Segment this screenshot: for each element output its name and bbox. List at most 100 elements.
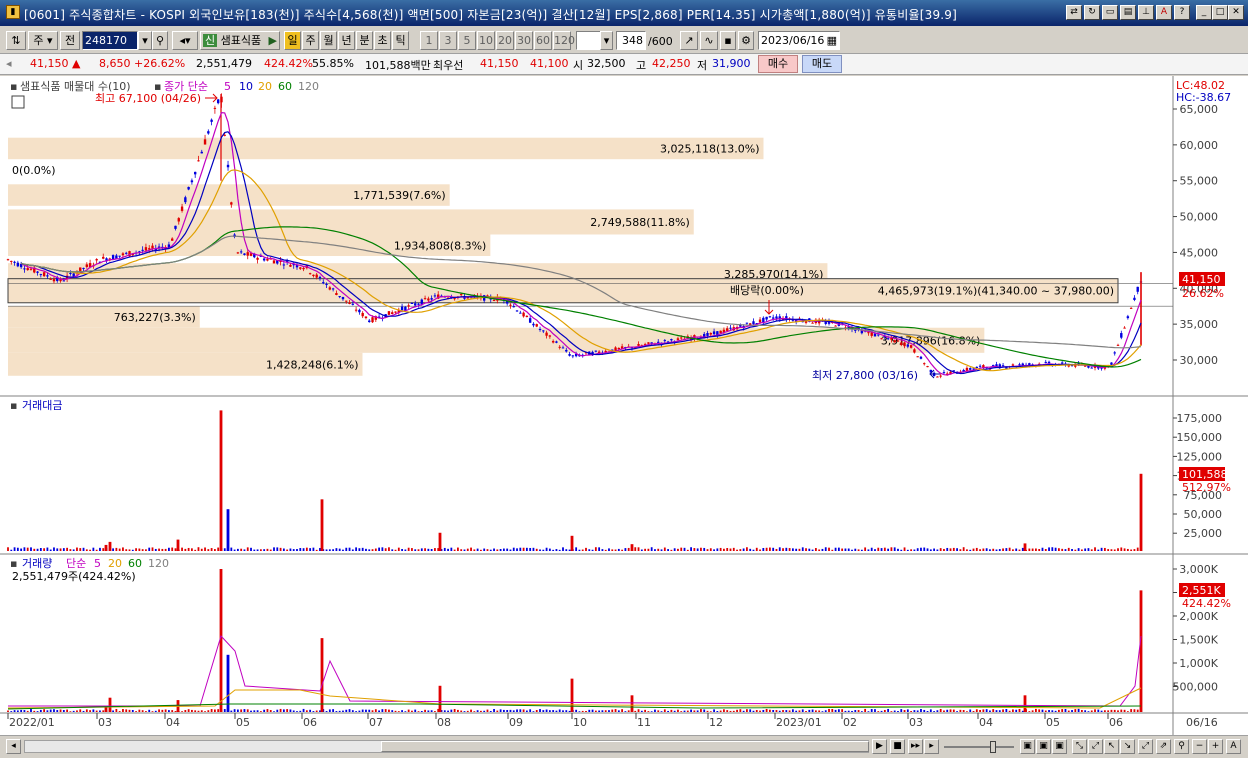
maximize-button[interactable]: □ <box>1212 5 1228 20</box>
scroll-track[interactable] <box>24 740 869 753</box>
amount-bar <box>966 549 968 551</box>
volume-pane-legend-name[interactable]: 거래량 <box>22 557 52 570</box>
font-size-icon[interactable]: A <box>1226 739 1241 754</box>
grid-toggle-icon[interactable] <box>11 95 25 109</box>
period-tab-3[interactable]: 년 <box>338 31 355 50</box>
vma20-legend[interactable]: 20 <box>108 557 122 570</box>
close-button[interactable]: ✕ <box>1228 5 1244 20</box>
interval-button-20[interactable]: 20 <box>496 31 514 50</box>
interval-button-10[interactable]: 10 <box>477 31 495 50</box>
amount-bar <box>673 548 676 551</box>
volume-bar <box>637 709 640 712</box>
speaker-icon[interactable]: ◂▾ <box>172 31 198 50</box>
chart-type-icon[interactable]: ⇅ <box>6 31 26 50</box>
candle-body <box>26 268 29 271</box>
prev-button[interactable]: 전 <box>60 31 80 50</box>
ma5-legend[interactable]: 5 <box>224 80 231 93</box>
interval-button-60[interactable]: 60 <box>534 31 552 50</box>
search-icon[interactable]: ⚲ <box>152 31 168 50</box>
date-input[interactable]: 2023/06/16 ▦ <box>758 31 840 50</box>
pin-icon[interactable]: ⊥ <box>1138 5 1154 20</box>
view-b-icon[interactable]: ▣ <box>1036 739 1051 754</box>
help-icon[interactable]: ? <box>1174 5 1190 20</box>
view-c-icon[interactable]: ▣ <box>1052 739 1067 754</box>
sell-button[interactable]: 매도 <box>802 55 842 73</box>
period-tab-2[interactable]: 월 <box>320 31 337 50</box>
amount-bar <box>305 547 308 551</box>
ma60-legend[interactable]: 60 <box>278 80 292 93</box>
candle-body <box>906 344 910 347</box>
play-icon[interactable]: ▶ <box>872 739 887 754</box>
scroll-left-icon[interactable]: ◂ <box>6 739 21 754</box>
stock-code-input[interactable]: 248170 <box>82 31 138 50</box>
save-icon[interactable]: ▪ <box>720 31 736 50</box>
volume-bar <box>765 708 768 712</box>
volume-bar <box>995 710 998 712</box>
volume-bar <box>200 710 203 712</box>
minimize-button[interactable]: _ <box>1196 5 1212 20</box>
interval-button-120[interactable]: 120 <box>553 31 575 50</box>
period-tab-1[interactable]: 주 <box>302 31 319 50</box>
period-tab-0[interactable]: 일 <box>284 31 301 50</box>
interval-button-5[interactable]: 5 <box>458 31 476 50</box>
zoom-icon[interactable]: ⚲ <box>1174 739 1189 754</box>
ma10-legend[interactable]: 10 <box>239 80 253 93</box>
arrows-out-icon[interactable]: ⤡ <box>1072 739 1087 754</box>
interval-button-1[interactable]: 1 <box>420 31 438 50</box>
tile-icon[interactable]: ▤ <box>1120 5 1136 20</box>
zoom-in-icon[interactable]: + <box>1208 739 1223 754</box>
zoom-slider-thumb[interactable] <box>990 741 996 753</box>
fast-forward-icon[interactable]: ▸▸ <box>908 739 923 754</box>
view-a-icon[interactable]: ▣ <box>1020 739 1035 754</box>
volume-ma-label[interactable]: 단순 <box>66 557 86 570</box>
chart-svg[interactable]: 3,025,118(13.0%) 0(0.0%) 1,771,539(7.6%) 2,… <box>0 76 1248 735</box>
period-tab-6[interactable]: 틱 <box>392 31 409 50</box>
candle-body <box>1005 367 1008 369</box>
amount-bar <box>913 549 916 551</box>
interval-button-30[interactable]: 30 <box>515 31 533 50</box>
ma20-legend[interactable]: 20 <box>258 80 272 93</box>
interval-button-3[interactable]: 3 <box>439 31 457 50</box>
calendar-icon[interactable]: ▦ <box>827 32 837 49</box>
quote-scroll-icon[interactable]: ◂ <box>6 57 12 70</box>
stop-icon[interactable]: ■ <box>890 739 905 754</box>
buy-button[interactable]: 매수 <box>758 55 798 73</box>
arrows-right-icon[interactable]: ↘ <box>1120 739 1135 754</box>
vma60-legend[interactable]: 60 <box>128 557 142 570</box>
arrows-in-icon[interactable]: ⤢ <box>1088 739 1103 754</box>
amount-bar <box>26 547 29 551</box>
expand-icon[interactable]: ⤢ <box>1138 739 1153 754</box>
scroll-right-icon[interactable]: ▸ <box>924 739 939 754</box>
vma120-legend[interactable]: 120 <box>148 557 169 570</box>
refresh-icon[interactable]: ↻ <box>1084 5 1100 20</box>
amount-bar <box>135 548 137 551</box>
volume-bar <box>1012 709 1014 712</box>
pointer-icon[interactable]: ↗ <box>680 31 698 50</box>
candle-body <box>522 312 525 317</box>
export-icon[interactable]: ⇗ <box>1156 739 1171 754</box>
interval-dropdown-icon[interactable]: ▾ <box>600 31 613 50</box>
amount-bar <box>762 547 765 551</box>
zoom-out-icon[interactable]: − <box>1192 739 1207 754</box>
count-input[interactable]: 348 <box>616 31 646 50</box>
stock-name-box[interactable]: 신 샘표식품 ▶ <box>200 31 280 50</box>
candle-body <box>1001 365 1005 367</box>
period-tab-4[interactable]: 분 <box>356 31 373 50</box>
volume-bar <box>289 709 292 712</box>
settings-icon[interactable]: ⚙ <box>738 31 754 50</box>
code-dropdown-icon[interactable]: ▾ <box>138 31 152 50</box>
period-tab-5[interactable]: 초 <box>374 31 391 50</box>
indicator-icon[interactable]: ∿ <box>700 31 718 50</box>
chart-area[interactable]: 3,025,118(13.0%) 0(0.0%) 1,771,539(7.6%) 2,… <box>0 76 1248 735</box>
last-volume-pct: 424.42% <box>1182 597 1231 610</box>
arrows-left-icon[interactable]: ↖ <box>1104 739 1119 754</box>
link-icon[interactable]: ⇄ <box>1066 5 1082 20</box>
vma5-legend[interactable]: 5 <box>94 557 101 570</box>
window-icon[interactable]: ▭ <box>1102 5 1118 20</box>
font-icon[interactable]: A <box>1156 5 1172 20</box>
amount-pane-legend-name[interactable]: 거래대금 <box>22 399 62 412</box>
scroll-thumb[interactable] <box>381 741 869 752</box>
period-unit-select[interactable]: 주 ▾ <box>28 31 58 50</box>
zoom-slider-track[interactable] <box>944 746 1014 748</box>
ma120-legend[interactable]: 120 <box>298 80 319 93</box>
